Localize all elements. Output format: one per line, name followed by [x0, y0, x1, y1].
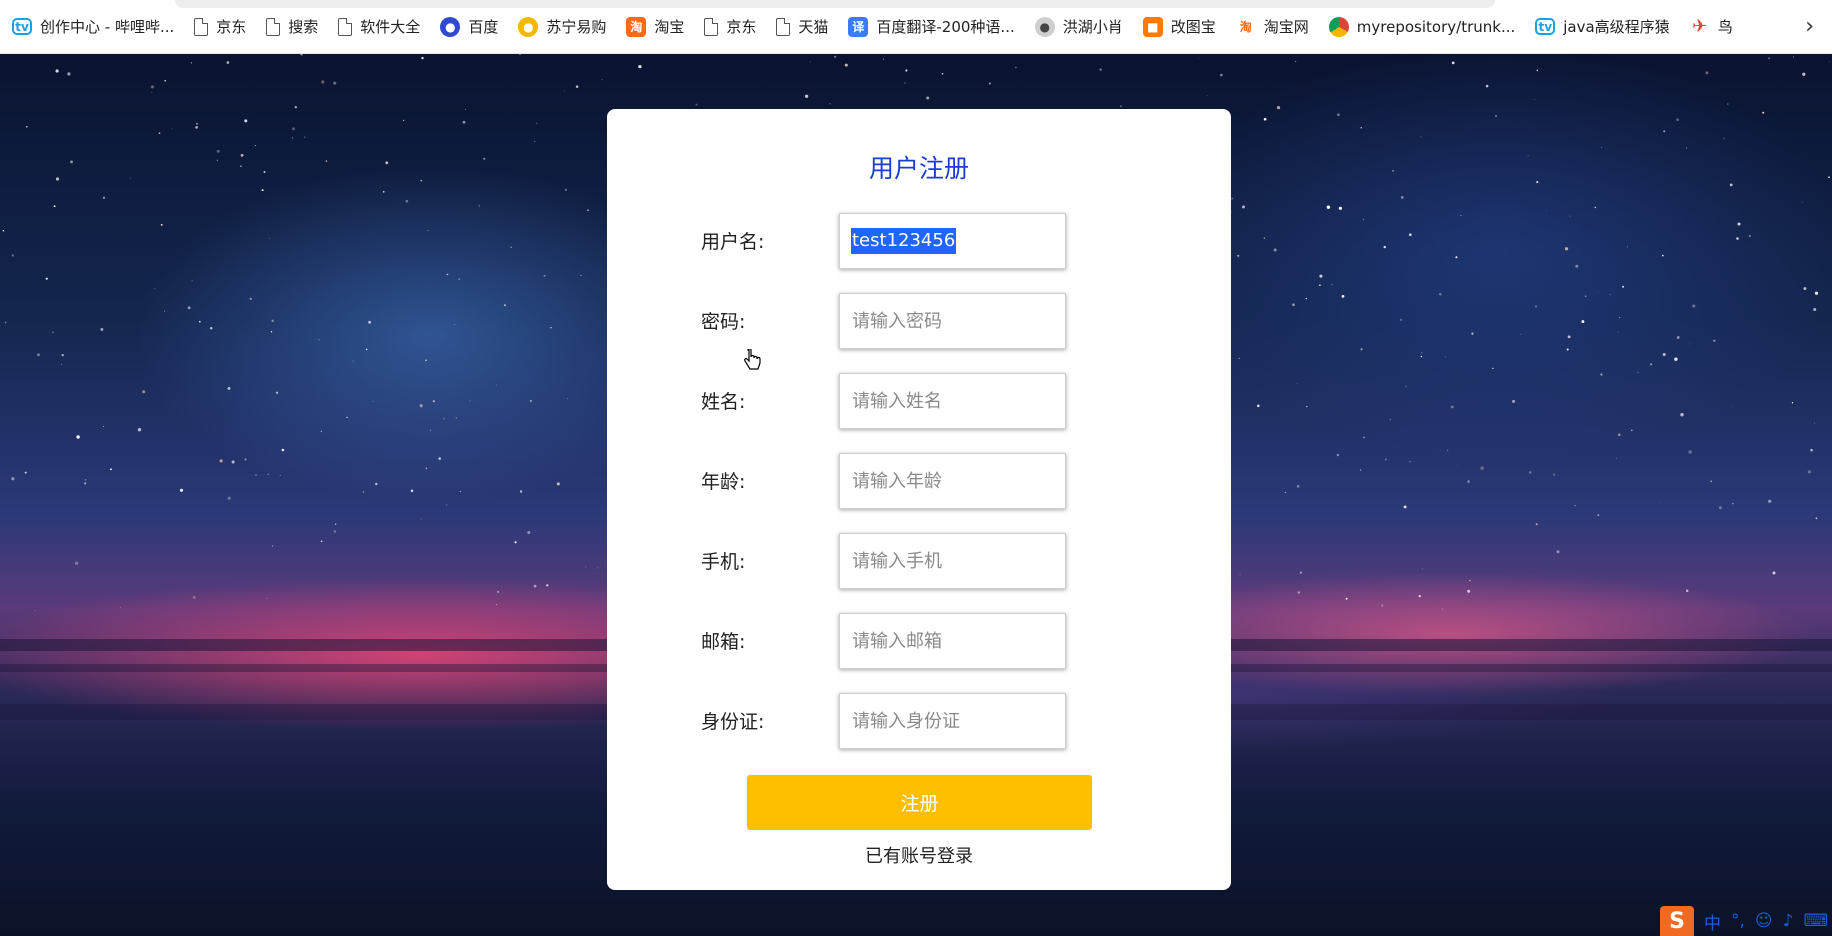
bookmark-label: 软件大全: [360, 18, 421, 36]
page-icon: [776, 17, 791, 36]
password-input[interactable]: [839, 293, 1066, 349]
bird-icon: ●: [1034, 16, 1055, 37]
register-card: 用户注册 用户名: test123456 密码: 姓名: 年龄: 手机: 邮箱:…: [607, 109, 1231, 890]
bookmark-item[interactable]: ● 苏宁易购: [518, 9, 616, 45]
bookmark-label: 淘宝: [654, 18, 685, 36]
bookmark-label: 京东: [216, 18, 247, 36]
form-row-age: 年龄:: [607, 453, 1231, 509]
bookmark-item[interactable]: 搜索: [266, 9, 328, 45]
bookmark-item[interactable]: 淘淘宝网: [1235, 9, 1319, 45]
bookmark-item[interactable]: 京东: [194, 9, 256, 45]
name-input[interactable]: [839, 373, 1066, 429]
form-row-id-card: 身份证:: [607, 693, 1231, 749]
name-label: 姓名:: [701, 391, 746, 413]
baidu-paw-icon: ●: [440, 16, 461, 37]
bookmark-label: 改图宝: [1170, 18, 1216, 36]
bookmark-item[interactable]: ● 百度: [440, 9, 508, 45]
page-title: 用户注册: [868, 154, 969, 183]
bookmarks-bar: tv 创作中心 - 哔哩哔... 京东 搜索 软件大全 ● 百度 ● 苏宁易购 淘淘宝…: [0, 0, 1832, 54]
bookmark-item[interactable]: 京东: [704, 9, 766, 45]
keyboard-icon[interactable]: ⌨: [1804, 911, 1829, 931]
age-input[interactable]: [839, 453, 1066, 509]
page-icon: [194, 17, 209, 36]
bookmark-item[interactable]: ● 洪湖小肖: [1034, 9, 1133, 45]
login-link[interactable]: 已有账号登录: [607, 842, 1231, 868]
bookmark-label: java高级程序猿: [1563, 18, 1670, 36]
email-label: 邮箱:: [701, 631, 746, 653]
mic-icon[interactable]: ♪: [1783, 911, 1794, 931]
bookmark-label: 苏宁易购: [546, 18, 607, 36]
bilibili-icon: tv: [1535, 18, 1556, 35]
register-button[interactable]: 注册: [747, 775, 1092, 830]
page-icon: [338, 17, 353, 36]
bookmark-label: 搜索: [288, 18, 319, 36]
form-row-password: 密码:: [607, 293, 1231, 349]
bookmark-label: 淘宝网: [1263, 18, 1309, 36]
form-row-phone: 手机:: [607, 533, 1231, 589]
ime-mode-label[interactable]: 中: [1704, 909, 1721, 934]
translate-icon: 译: [848, 16, 869, 37]
page-icon: [266, 17, 281, 36]
bookmark-item[interactable]: myrepository/trunk...: [1328, 9, 1525, 45]
chevron-right-icon[interactable]: ›: [1805, 14, 1814, 39]
punctuation-icon[interactable]: °,: [1731, 911, 1745, 931]
form-row-name: 姓名:: [607, 373, 1231, 429]
bookmark-item[interactable]: 软件大全: [338, 9, 430, 45]
bookmark-label: 鸟: [1717, 18, 1733, 36]
bookmark-label: myrepository/trunk...: [1356, 17, 1516, 36]
bookmark-label: 天猫: [798, 18, 829, 36]
hand-cursor-icon: [744, 349, 761, 370]
chrome-icon: [1328, 16, 1349, 37]
bookmark-item[interactable]: 译百度翻译-200种语...: [848, 9, 1024, 45]
email-input[interactable]: [839, 613, 1066, 669]
form-row-username: 用户名: test123456: [607, 213, 1231, 370]
sogou-icon[interactable]: S: [1660, 906, 1694, 936]
bookmark-label: 创作中心 - 哔哩哔...: [40, 18, 175, 36]
username-value: test123456: [851, 228, 957, 254]
form-row-email: 邮箱:: [607, 613, 1231, 669]
taobao-icon: 淘: [626, 16, 647, 37]
taobao-icon: 淘: [1235, 16, 1256, 37]
bilibili-icon: tv: [12, 18, 32, 35]
bookmark-label: 京东: [726, 18, 757, 36]
phone-input[interactable]: [839, 533, 1066, 589]
bookmark-item[interactable]: tv java高级程序猿: [1535, 9, 1679, 45]
id-card-label: 身份证:: [701, 711, 765, 733]
suning-icon: ●: [518, 16, 539, 37]
emoji-icon[interactable]: ☺: [1755, 911, 1773, 931]
bookmark-item[interactable]: ✈ 鸟: [1690, 9, 1743, 45]
bookmark-label: 洪湖小肖: [1062, 18, 1123, 36]
niao-icon: ✈: [1692, 16, 1708, 37]
username-label: 用户名:: [701, 231, 765, 253]
id-card-input[interactable]: [839, 693, 1066, 749]
bookmark-item[interactable]: 天猫: [776, 9, 838, 45]
bookmark-item[interactable]: 淘淘宝: [626, 9, 694, 45]
bookmark-label: 百度: [468, 18, 499, 36]
bookmark-item[interactable]: tv 创作中心 - 哔哩哔...: [12, 9, 184, 45]
bookmark-label: 百度翻译-200种语...: [876, 18, 1015, 36]
bookmark-item[interactable]: ■ 改图宝: [1142, 9, 1226, 45]
phone-label: 手机:: [701, 551, 746, 573]
ime-tray: S 中 °, ☺ ♪ ⌨: [1660, 906, 1832, 936]
age-label: 年龄:: [701, 471, 746, 493]
password-label: 密码:: [701, 311, 746, 333]
gaitubao-icon: ■: [1142, 16, 1163, 37]
page-icon: [704, 17, 719, 36]
address-bar-edge: [175, 0, 1495, 8]
